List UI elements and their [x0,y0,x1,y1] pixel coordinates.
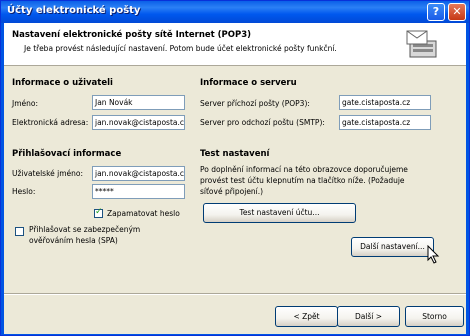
username-label: Uživatelské jméno: [12,169,84,178]
header-title: Nastavení elektronické pošty sítě Intern… [12,30,252,40]
mail-server-icon [406,30,437,58]
test-description-line2: provést test účtu klepnutím na tlačítko … [200,176,405,185]
test-description-line1: Po doplnění informací na této obrazovce … [200,165,408,174]
test-description-line3: síťové připojení.) [200,187,264,196]
test-settings-heading: Test nastavení [200,149,270,159]
footer-divider [4,293,466,295]
spa-label-line1[interactable]: Přihlašovat se zabezpečeným [29,225,140,234]
next-button[interactable]: Další > [337,306,400,327]
remember-password-label[interactable]: Zapamatovat heslo [107,209,180,218]
checkmark-icon: ✓ [95,207,103,217]
name-field[interactable]: Jan Novák [92,95,185,110]
username-field[interactable]: jan.novak@cistaposta.cz [92,166,185,181]
wizard-header: Nastavení elektronické pošty sítě Intern… [4,23,466,66]
mouse-cursor-icon [427,245,440,264]
outgoing-server-field[interactable]: gate.cistaposta.cz [339,115,431,130]
remember-password-checkbox[interactable]: ✓ [94,207,103,218]
password-field[interactable]: ***** [92,184,185,199]
server-info-heading: Informace o serveru [200,78,297,88]
outgoing-server-label: Server pro odchozí poštu (SMTP): [200,118,325,127]
incoming-server-label: Server příchozí pošty (POP3): [200,99,310,108]
email-label: Elektronická adresa: [12,118,89,127]
name-label: Jméno: [12,99,39,108]
header-subtitle: Je třeba provést následující nastavení. … [24,44,337,53]
more-settings-button[interactable]: Další nastavení... [351,237,434,257]
dialog-body: Nastavení elektronické pošty sítě Intern… [4,23,466,334]
close-button[interactable]: ✕ [448,3,466,21]
account-dialog-window: Účty elektronické pošty ? ✕ Nastavení el… [0,0,470,336]
spa-label-line2[interactable]: ověřováním hesla (SPA) [29,236,118,245]
spa-checkbox[interactable] [15,227,24,236]
user-info-heading: Informace o uživateli [12,78,113,88]
email-field[interactable]: jan.novak@cistaposta.cz [92,115,185,130]
help-button[interactable]: ? [427,3,445,21]
title-bar[interactable]: Účty elektronické pošty ? ✕ [1,1,469,23]
test-account-button[interactable]: Test nastavení účtu... [203,203,356,223]
back-button[interactable]: < Zpět [275,306,338,327]
incoming-server-field[interactable]: gate.cistaposta.cz [339,95,431,110]
window-title: Účty elektronické pošty [7,5,141,16]
password-label: Heslo: [12,187,36,196]
cancel-button[interactable]: Storno [405,306,464,327]
login-info-heading: Přihlašovací informace [12,149,122,159]
